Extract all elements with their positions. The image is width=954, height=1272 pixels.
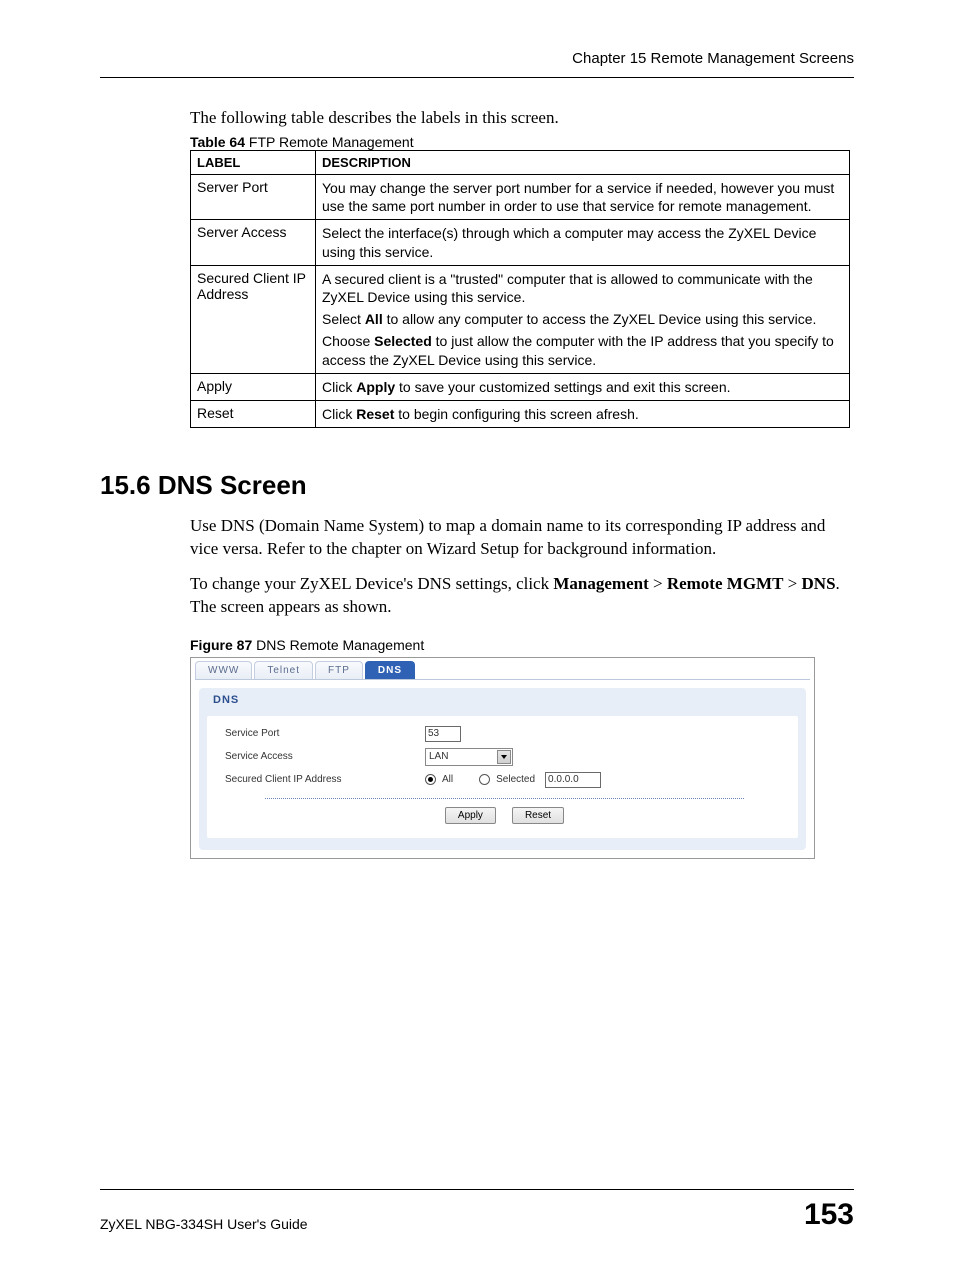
divider <box>265 798 744 799</box>
table-caption-bold: Table 64 <box>190 134 245 150</box>
radio-selected[interactable] <box>479 774 490 785</box>
radio-all[interactable] <box>425 774 436 785</box>
tab-telnet[interactable]: Telnet <box>254 661 313 679</box>
cell-label: Reset <box>191 400 316 427</box>
label-secured-ip: Secured Client IP Address <box>225 774 425 785</box>
table-caption-rest: FTP Remote Management <box>245 134 414 150</box>
table-row: Server Access Select the interface(s) th… <box>191 220 850 265</box>
table-row: Apply Click Apply to save your customize… <box>191 373 850 400</box>
cell-desc: Click Apply to save your customized sett… <box>322 378 843 396</box>
cell-label: Server Access <box>191 220 316 265</box>
table-row: Reset Click Reset to begin configuring t… <box>191 400 850 427</box>
table-row: Secured Client IP Address A secured clie… <box>191 265 850 373</box>
page-footer: ZyXEL NBG-334SH User's Guide 153 <box>100 1189 854 1232</box>
cell-label: Secured Client IP Address <box>191 265 316 373</box>
body-paragraph: To change your ZyXEL Device's DNS settin… <box>190 573 854 619</box>
footer-page-number: 153 <box>804 1198 854 1232</box>
footer-guide: ZyXEL NBG-334SH User's Guide <box>100 1216 308 1232</box>
table-caption: Table 64 FTP Remote Management <box>190 134 854 150</box>
section-heading: 15.6 DNS Screen <box>100 470 854 501</box>
cell-label: Server Port <box>191 175 316 220</box>
panel-title: DNS <box>199 688 806 716</box>
dns-screenshot: WWW Telnet FTP DNS DNS Service Port 53 S… <box>190 657 815 859</box>
th-label: LABEL <box>191 151 316 175</box>
cell-desc: Select the interface(s) through which a … <box>322 224 843 260</box>
apply-button[interactable]: Apply <box>445 807 496 824</box>
chapter-header: Chapter 15 Remote Management Screens <box>100 50 854 78</box>
cell-desc: Select All to allow any computer to acce… <box>322 310 843 328</box>
label-service-port: Service Port <box>225 728 425 739</box>
ftp-table: LABEL DESCRIPTION Server Port You may ch… <box>190 150 850 428</box>
cell-desc: A secured client is a "trusted" computer… <box>322 270 843 306</box>
table-row: Server Port You may change the server po… <box>191 175 850 220</box>
th-desc: DESCRIPTION <box>316 151 850 175</box>
cell-desc: You may change the server port number fo… <box>322 179 843 215</box>
figure-caption-rest: DNS Remote Management <box>252 637 424 653</box>
tab-www[interactable]: WWW <box>195 661 252 679</box>
intro-text: The following table describes the labels… <box>190 108 854 128</box>
tab-dns[interactable]: DNS <box>365 661 415 679</box>
reset-button[interactable]: Reset <box>512 807 564 824</box>
tab-ftp[interactable]: FTP <box>315 661 363 679</box>
figure-caption: Figure 87 DNS Remote Management <box>190 637 854 653</box>
body-paragraph: Use DNS (Domain Name System) to map a do… <box>190 515 854 561</box>
service-access-select[interactable]: LAN <box>425 748 513 766</box>
figure-caption-bold: Figure 87 <box>190 637 252 653</box>
cell-label: Apply <box>191 373 316 400</box>
dns-panel: DNS Service Port 53 Service Access LAN S… <box>199 688 806 850</box>
cell-desc: Click Reset to begin configuring this sc… <box>322 405 843 423</box>
selected-ip-input[interactable]: 0.0.0.0 <box>545 772 601 788</box>
cell-desc: Choose Selected to just allow the comput… <box>322 332 843 368</box>
label-service-access: Service Access <box>225 751 425 762</box>
radio-selected-label: Selected <box>496 774 535 785</box>
radio-all-label: All <box>442 774 453 785</box>
service-port-input[interactable]: 53 <box>425 726 461 742</box>
tabstrip: WWW Telnet FTP DNS <box>191 658 814 679</box>
